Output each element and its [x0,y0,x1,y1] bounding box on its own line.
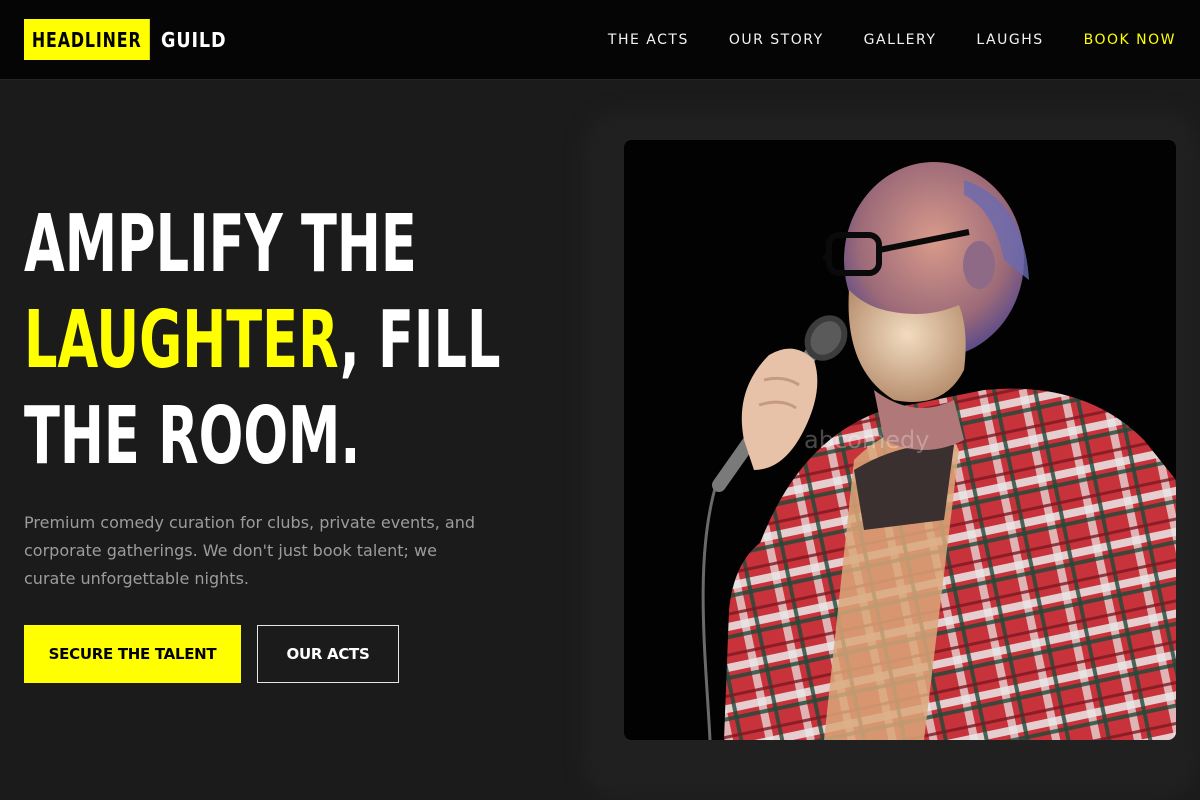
secure-talent-button[interactable]: SECURE THE TALENT [24,625,241,683]
nav-links: THE ACTS OUR STORY GALLERY LAUGHS BOOK N… [568,0,1176,80]
hero-title-accent: LAUGHTER [24,294,340,386]
nav-link-book-now[interactable]: BOOK NOW [1084,32,1176,48]
comedian-illustration [624,140,1176,740]
nav-link-the-acts[interactable]: THE ACTS [608,32,689,48]
hero-image: abcomedy [624,140,1176,740]
nav-link-our-story[interactable]: OUR STORY [729,32,824,48]
brand-name-secondary: GUILD [160,27,227,52]
hero-subtitle: Premium comedy curation for clubs, priva… [24,513,476,588]
hero-title: AMPLIFY THE LAUGHTER, FILL THE ROOM. [24,196,501,484]
top-navbar: HEADLINER GUILD THE ACTS OUR STORY GALLE… [0,0,1200,80]
brand-name-primary: HEADLINER [24,19,150,60]
hero-title-line-1: AMPLIFY THE [24,198,417,290]
nav-link-gallery[interactable]: GALLERY [864,32,937,48]
hero-title-line-3: THE ROOM. [24,390,361,482]
hero-title-line-2: LAUGHTER, FILL [24,292,501,388]
brand-logo[interactable]: HEADLINER GUILD [24,19,235,60]
nav-link-laughs[interactable]: LAUGHS [976,32,1043,48]
our-acts-button[interactable]: OUR ACTS [257,625,399,683]
hero-title-line-2-rest: , FILL [339,294,501,386]
